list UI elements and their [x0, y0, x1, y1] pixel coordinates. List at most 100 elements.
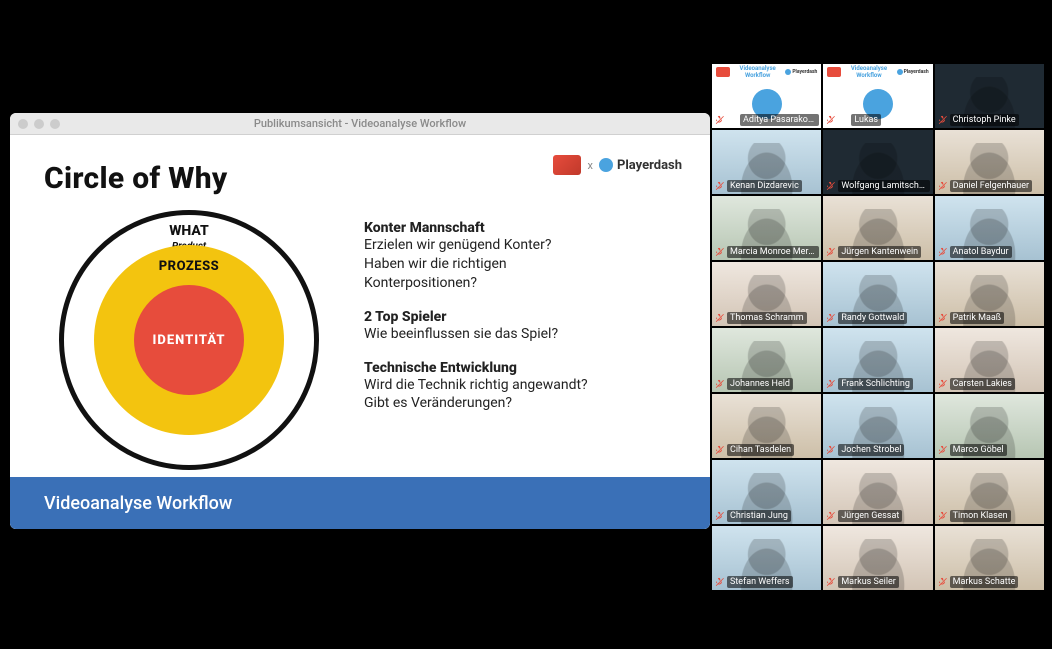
participant-name: Daniel Felgenhauer	[950, 180, 1032, 192]
participant-tile[interactable]: Jürgen Kantenwein	[823, 196, 932, 260]
participant-tile[interactable]: Patrik Maaß	[935, 262, 1044, 326]
mic-muted-icon	[937, 313, 947, 323]
participant-name: Wolfgang Lamitschka	[838, 180, 930, 192]
window-titlebar: Publikumsansicht - Videoanalyse Workflow	[10, 113, 710, 135]
participant-name: Timon Klasen	[950, 510, 1011, 522]
participant-namebar: Aditya Pasarakonda -…	[714, 114, 819, 126]
participant-name: Thomas Schramm	[727, 312, 807, 324]
participant-tile[interactable]: Marcia Monroe Merc…	[712, 196, 821, 260]
participant-tile[interactable]: Wolfgang Lamitschka	[823, 130, 932, 194]
mic-muted-icon	[714, 181, 724, 191]
slide-logos: x Playerdash	[553, 155, 682, 175]
mic-muted-icon	[714, 247, 724, 257]
participant-name: Jochen Strobel	[838, 444, 904, 456]
participant-name: Jürgen Gessat	[838, 510, 902, 522]
participant-tile[interactable]: Kenan Dizdarevic	[712, 130, 821, 194]
mic-muted-icon	[825, 313, 835, 323]
participant-namebar: Markus Schatte	[937, 576, 1019, 588]
mic-muted-icon	[825, 379, 835, 389]
mic-muted-icon	[714, 379, 724, 389]
participant-name: Kenan Dizdarevic	[727, 180, 802, 192]
participant-namebar: Marcia Monroe Merc…	[714, 246, 819, 258]
participant-tile[interactable]: Videoanalyse WorkflowPlayerdashLukas	[823, 64, 932, 128]
section-heading: Konter Mannschaft	[364, 220, 676, 236]
slide-text-column: Konter MannschaftErzielen wir genügend K…	[364, 210, 676, 470]
participant-tile[interactable]: Daniel Felgenhauer	[935, 130, 1044, 194]
slide-footer: Videoanalyse Workflow	[10, 477, 710, 529]
participant-name: Stefan Weffers	[727, 576, 793, 588]
mic-muted-icon	[825, 445, 835, 455]
section-line: Gibt es Veränderungen?	[364, 394, 676, 413]
mic-muted-icon	[937, 247, 947, 257]
participant-tile[interactable]: Anatol Baydur	[935, 196, 1044, 260]
participant-tile[interactable]: Markus Schatte	[935, 526, 1044, 590]
ring-identitaet: IDENTITÄT	[134, 285, 244, 395]
participant-tile[interactable]: Timon Klasen	[935, 460, 1044, 524]
traffic-zoom-icon[interactable]	[50, 119, 60, 129]
window-title: Publikumsansicht - Videoanalyse Workflow	[10, 117, 710, 130]
participant-namebar: Patrik Maaß	[937, 312, 1005, 324]
participant-namebar: Timon Klasen	[937, 510, 1011, 522]
mic-muted-icon	[937, 115, 947, 125]
mic-muted-icon	[937, 577, 947, 587]
participant-tile[interactable]: Videoanalyse WorkflowPlayerdashAditya Pa…	[712, 64, 821, 128]
traffic-minimize-icon[interactable]	[34, 119, 44, 129]
participant-tile[interactable]: Frank Schlichting	[823, 328, 932, 392]
mic-muted-icon	[825, 577, 835, 587]
ring-what: WHAT Product PROZESS IDENTITÄT	[59, 210, 319, 470]
participant-namebar: Christian Jung	[714, 510, 791, 522]
slide: x Playerdash Circle of Why WHAT Product …	[10, 135, 710, 529]
participant-tile[interactable]: Carsten Lakies	[935, 328, 1044, 392]
section-line: Haben wir die richtigen	[364, 255, 676, 274]
participant-tile[interactable]: Thomas Schramm	[712, 262, 821, 326]
mic-muted-icon	[937, 445, 947, 455]
section-line: Wird die Technik richtig angewandt?	[364, 376, 676, 395]
participant-tile[interactable]: Marco Göbel	[935, 394, 1044, 458]
participant-tile[interactable]: Christoph Pinke	[935, 64, 1044, 128]
section-heading: 2 Top Spieler	[364, 309, 676, 325]
participant-namebar: Cihan Tasdelen	[714, 444, 794, 456]
traffic-close-icon[interactable]	[18, 119, 28, 129]
participant-name: Marcia Monroe Merc…	[727, 246, 819, 258]
participant-namebar: Carsten Lakies	[937, 378, 1015, 390]
participant-tile[interactable]: Randy Gottwald	[823, 262, 932, 326]
participant-tile[interactable]: Johannes Held	[712, 328, 821, 392]
mic-muted-icon	[714, 445, 724, 455]
playerdash-icon	[599, 158, 613, 172]
participant-namebar: Anatol Baydur	[937, 246, 1012, 258]
participant-name: Jürgen Kantenwein	[838, 246, 921, 258]
mic-muted-icon	[714, 511, 724, 521]
mic-muted-icon	[825, 115, 835, 125]
participant-name: Markus Seiler	[838, 576, 899, 588]
participant-namebar: Christoph Pinke	[937, 114, 1019, 126]
mic-muted-icon	[937, 511, 947, 521]
participant-name: Johannes Held	[727, 378, 793, 390]
participant-namebar: Markus Seiler	[825, 576, 899, 588]
mic-muted-icon	[714, 577, 724, 587]
participant-tile[interactable]: Cihan Tasdelen	[712, 394, 821, 458]
participant-name: Aditya Pasarakonda -…	[740, 114, 819, 126]
section-line: Erzielen wir genügend Konter?	[364, 236, 676, 255]
pin-icon	[727, 115, 737, 125]
participant-tile[interactable]: Jochen Strobel	[823, 394, 932, 458]
participant-tile[interactable]: Markus Seiler	[823, 526, 932, 590]
participant-name: Marco Göbel	[950, 444, 1007, 456]
participant-namebar: Jochen Strobel	[825, 444, 904, 456]
mic-muted-icon	[714, 313, 724, 323]
label-what: WHAT	[64, 223, 314, 239]
mic-muted-icon	[825, 181, 835, 191]
participant-tile[interactable]: Stefan Weffers	[712, 526, 821, 590]
participant-tile[interactable]: Jürgen Gessat	[823, 460, 932, 524]
mic-muted-icon	[825, 247, 835, 257]
participant-name: Christoph Pinke	[950, 114, 1019, 126]
participant-namebar: Lukas	[825, 114, 881, 126]
partner-badge-icon	[553, 155, 581, 175]
participant-namebar: Randy Gottwald	[825, 312, 907, 324]
section-line: Wie beeinflussen sie das Spiel?	[364, 325, 676, 344]
participant-tile[interactable]: Christian Jung	[712, 460, 821, 524]
section-line: Konterpositionen?	[364, 274, 676, 293]
slide-footer-text: Videoanalyse Workflow	[44, 493, 232, 514]
shared-screen-window[interactable]: Publikumsansicht - Videoanalyse Workflow…	[10, 113, 710, 529]
participant-namebar: Kenan Dizdarevic	[714, 180, 802, 192]
participant-namebar: Jürgen Gessat	[825, 510, 902, 522]
